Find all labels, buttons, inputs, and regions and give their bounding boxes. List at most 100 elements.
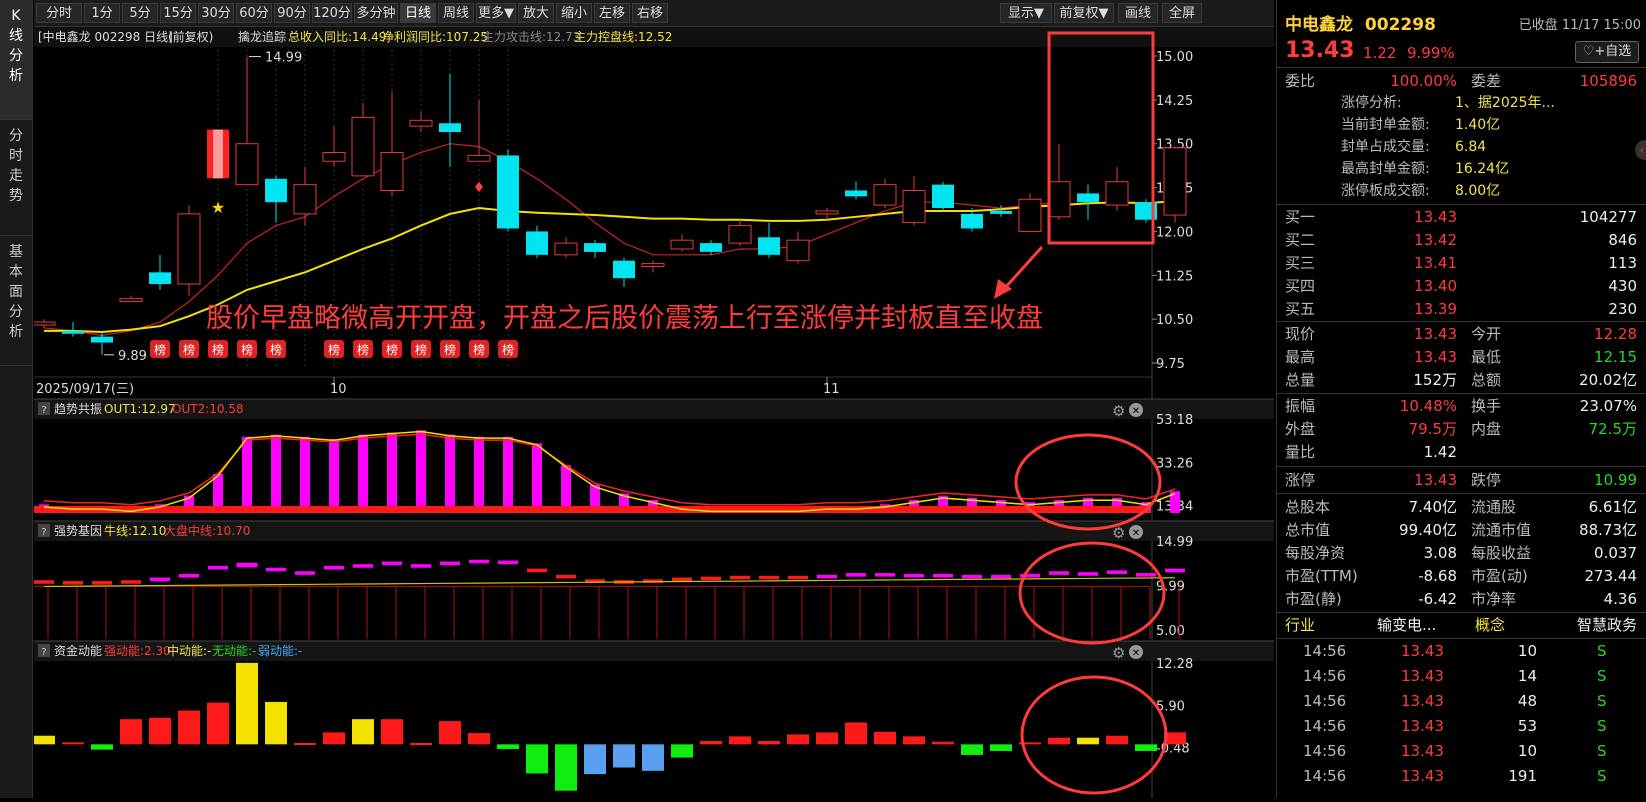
sub1-bar [300,436,310,513]
concept-value[interactable]: 智慧政务 [1547,614,1637,637]
stats1-label-1: 总量 [1285,371,1316,389]
tick-side: S [1597,717,1607,735]
tick-side: S [1597,767,1607,785]
market-status: 已收盘 11/17 15:00 [1518,18,1641,33]
zt-key: 封单占成交量: [1341,139,1430,155]
toolbar-right-button-1[interactable]: 前复权▼ [1054,3,1114,23]
view-tab-char: 线 [9,28,23,44]
sub2-bar [63,581,83,585]
sub2-bar [266,567,286,572]
sub1-tick-label: 33.26 [1156,456,1193,471]
help-icon-glyph: ? [41,647,46,658]
candle-body [902,189,926,224]
stats2-label-1: 外盘 [1285,420,1316,438]
period-button-5[interactable]: 60分 [236,3,272,23]
sub3-bar [1135,744,1157,751]
add-watchlist-button[interactable]: ♡+自选 [1575,41,1639,63]
tick-time: 14:56 [1303,717,1347,735]
stats1-value-1: 152万 [1413,371,1457,389]
sub2-bar [759,575,779,580]
sub3-bar [613,744,635,768]
period-button-15[interactable]: 右移 [632,3,668,23]
tick-volume: 10 [1517,742,1537,760]
indicator-value-2: 净利润同比:107.25 [382,30,488,44]
sub2-bar [353,564,373,568]
bang-badge-label: 榜 [241,342,253,357]
candle-body [119,298,143,303]
sub2-bar [121,580,141,584]
period-button-9[interactable]: 日线 [400,3,436,23]
stats2-value-1: 1.42 [1423,443,1457,461]
stats1-value-1: 13.43 [1414,325,1457,343]
period-button-0[interactable]: 分时 [36,3,82,23]
fund-value-2: 6.61亿 [1588,498,1637,516]
sub2-bar [1049,571,1069,575]
toolbar-right-button-2[interactable]: 画线 [1118,3,1158,23]
chart-area[interactable]: [中电鑫龙 002298 日线] (前复权) 擒龙追踪 总收入同比:14.49 净利润同… [32,27,1274,798]
tick-price: 13.43 [1401,667,1444,685]
period-button-2[interactable]: 5分 [122,3,158,23]
period-button-13[interactable]: 缩小 [556,3,592,23]
candle-body [815,210,839,215]
sub3-bar [845,722,867,745]
price-change-pct: 9.99% [1407,44,1455,62]
stats2-value-2 [1527,441,1637,464]
view-tab-char: 势 [9,188,23,204]
sub1-bar [387,432,397,513]
sub3-bar [207,702,229,745]
limit-up-label: 涨停 [1285,471,1316,489]
indicator-value-3: 主力攻击线:12.73 [482,30,580,44]
candle-body [322,151,346,162]
stats2-value-1: 79.5万 [1408,420,1457,438]
period-button-3[interactable]: 15分 [160,3,196,23]
candle-body [380,151,404,191]
sub3-bar [990,744,1012,751]
period-button-7[interactable]: 120分 [312,3,352,23]
period-button-10[interactable]: 周线 [438,3,474,23]
candle-body [728,225,752,244]
bang-badge-label: 榜 [328,342,340,357]
candle-body [497,155,519,229]
candle-body [670,239,694,250]
tick-side: S [1597,642,1607,660]
zt-value: 16.24亿 [1455,161,1510,177]
stats1-value-1: 13.43 [1414,348,1457,366]
stats2-value-2: 23.07% [1579,397,1637,415]
sub2-bar [324,565,344,570]
y-tick-label: 15.00 [1156,50,1193,65]
period-toolbar: 分时 1分 5分 15分 30分 60分 90分 120分 多分钟 日线 周线 更多▼ 放大 缩小 左移 右移… [34,0,1274,27]
sub3-bar [584,744,606,775]
sub2-bar [92,581,112,585]
candle-body [700,243,722,252]
tick-volume: 48 [1517,692,1537,710]
chart-adjust-mode: (前复权) [168,29,213,44]
period-button-1[interactable]: 1分 [84,3,120,23]
gear-icon[interactable]: ⚙ [1112,644,1125,662]
industry-value[interactable]: 输变电... [1377,614,1467,637]
sub3-bar [642,744,664,771]
weicha-label: 委差 [1471,72,1502,90]
view-tab-3[interactable]: 基本面分析 [0,236,32,366]
gear-icon[interactable]: ⚙ [1112,402,1125,420]
kline-chart-svg[interactable]: [中电鑫龙 002298 日线](前复权) 擒龙追踪 总收入同比:14.49净利润同… [32,27,1274,798]
period-button-8[interactable]: 多分钟 [354,3,398,23]
view-tab-1[interactable]: K线分析 [0,0,32,120]
bid-label: 买一 [1285,208,1316,226]
sub1-tick-label: 53.18 [1156,413,1193,428]
sub2-bar [556,574,576,579]
sub3-bar [758,741,780,745]
period-button-12[interactable]: 放大 [518,3,554,23]
toolbar-right-button-0[interactable]: 显示▼ [1000,3,1052,23]
sub3-bar [33,735,55,745]
period-button-11[interactable]: 更多▼ [476,3,516,23]
period-button-6[interactable]: 90分 [274,3,310,23]
toolbar-right-button-3[interactable]: 全屏 [1162,3,1202,23]
sub3-bar [91,744,113,750]
view-tab-2[interactable]: 分时走势 [0,120,32,236]
period-button-4[interactable]: 30分 [198,3,234,23]
candle-body [554,242,578,256]
y-tick-label: 10.50 [1156,313,1193,328]
period-button-14[interactable]: 左移 [594,3,630,23]
sub3-tick-label: 12.28 [1156,657,1193,672]
tick-side: S [1597,667,1607,685]
